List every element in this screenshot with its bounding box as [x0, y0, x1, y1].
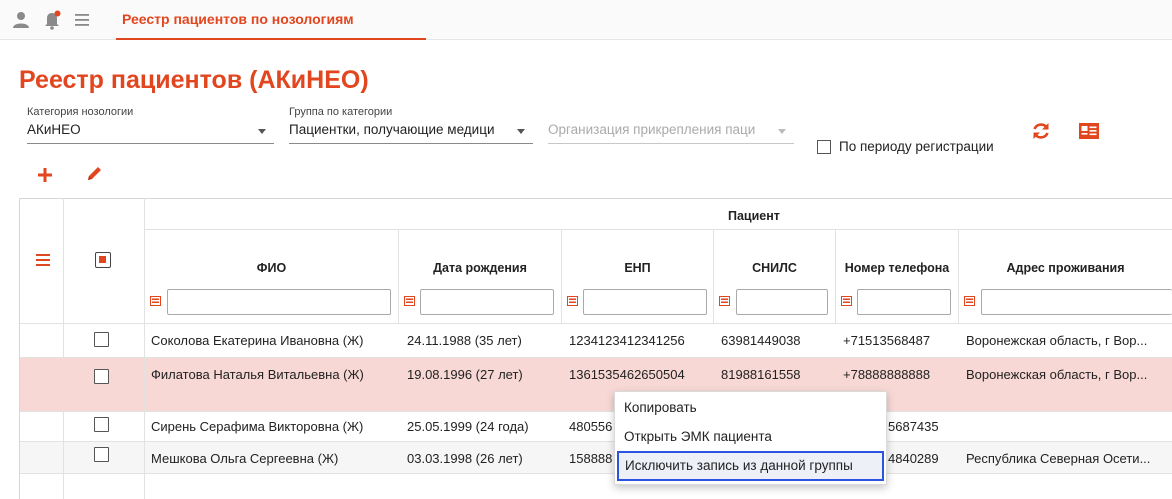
column-header-dob[interactable]: Дата рождения — [399, 261, 561, 275]
grid-line — [145, 229, 1172, 230]
id-card-icon[interactable] — [1078, 121, 1100, 141]
cell-enp: 1234123412341256 — [569, 333, 685, 348]
group-underline — [289, 143, 533, 144]
filter-icon[interactable] — [567, 296, 578, 306]
column-menu-icon[interactable] — [36, 254, 50, 266]
organization-select[interactable]: Организация прикрепления паци — [548, 122, 776, 137]
page-title: Реестр пациентов (АКиНЕО) — [19, 66, 369, 94]
menu-item-exclude[interactable]: Исключить запись из данной группы — [617, 451, 884, 481]
grid-line — [63, 198, 64, 499]
menu-item-exclude-label: Исключить запись из данной группы — [625, 458, 853, 473]
grid-line — [20, 357, 1172, 358]
column-header-fio[interactable]: ФИО — [145, 261, 398, 275]
filter-icon[interactable] — [964, 296, 975, 306]
grid-line — [561, 230, 562, 323]
selected-row-highlight — [20, 357, 1172, 411]
period-label: По периоду регистрации — [839, 139, 994, 154]
cell-dob: 24.11.1988 (35 лет) — [407, 333, 522, 348]
cell-dob: 19.08.1996 (27 лет) — [407, 367, 523, 382]
chevron-down-icon[interactable] — [517, 129, 525, 134]
fio-filter-input[interactable] — [167, 289, 391, 315]
address-filter-input[interactable] — [981, 289, 1172, 315]
grid-line — [713, 230, 714, 323]
cell-dob: 25.05.1999 (24 года) — [407, 419, 529, 434]
row-checkbox[interactable] — [94, 447, 109, 462]
tab-registry[interactable]: Реестр пациентов по нозологиям — [122, 11, 354, 27]
chevron-down-icon[interactable] — [258, 129, 266, 134]
cell-address: Воронежская область, г Вор... — [966, 333, 1148, 348]
cell-fio: Сирень Серафима Викторовна (Ж) — [151, 419, 364, 434]
dob-filter-input[interactable] — [420, 289, 554, 315]
column-header-enp[interactable]: ЕНП — [562, 261, 713, 275]
edit-icon[interactable] — [84, 164, 104, 184]
cell-enp: 480556 — [569, 419, 613, 434]
grid-line — [20, 473, 1172, 474]
cell-dob: 03.03.1998 (26 лет) — [407, 451, 523, 466]
grid-line — [20, 441, 1172, 442]
period-checkbox[interactable] — [817, 140, 831, 154]
column-header-address[interactable]: Адрес проживания — [959, 261, 1172, 275]
user-icon[interactable] — [10, 9, 32, 31]
grid-line — [398, 230, 399, 323]
select-all-checkbox[interactable] — [95, 252, 111, 268]
filter-icon[interactable] — [719, 296, 730, 306]
top-bar: Реестр пациентов по нозологиям — [0, 0, 1172, 40]
phone-filter-input[interactable] — [857, 289, 951, 315]
cell-phone: +71513568487 — [843, 333, 931, 348]
row-checkbox[interactable] — [94, 417, 109, 432]
category-underline — [27, 143, 274, 144]
menu-item-copy[interactable]: Копировать — [624, 400, 697, 415]
hamburger-icon[interactable] — [71, 9, 93, 31]
enp-filter-input[interactable] — [583, 289, 707, 315]
grid-line — [20, 323, 1172, 324]
cell-fio: Мешкова Ольга Сергеевна (Ж) — [151, 451, 339, 466]
organization-underline — [548, 143, 794, 144]
category-label: Категория нозологии — [27, 106, 134, 118]
column-header-phone[interactable]: Номер телефона — [836, 261, 958, 275]
cell-address: Воронежская область, г Вор... — [966, 367, 1148, 382]
menu-item-open-emk[interactable]: Открыть ЭМК пациента — [624, 429, 772, 444]
cell-fio: Филатова Наталья Витальевна (Ж) — [151, 367, 364, 382]
grid-line — [20, 411, 1172, 412]
group-label: Группа по категории — [289, 106, 393, 118]
filter-icon[interactable] — [841, 296, 852, 306]
grid-line — [835, 230, 836, 323]
row-checkbox[interactable] — [94, 332, 109, 347]
grid-line — [144, 198, 145, 499]
cell-address: Республика Северная Осети... — [966, 451, 1151, 466]
snils-filter-input[interactable] — [736, 289, 828, 315]
column-header-snils[interactable]: СНИЛС — [714, 261, 835, 275]
cell-phone: +78888888888 — [843, 367, 931, 382]
cell-phone: 5687435 — [888, 419, 939, 434]
category-select[interactable]: АКиНЕО — [27, 122, 247, 137]
cell-snils: 63981449038 — [721, 333, 801, 348]
filter-icon[interactable] — [404, 296, 415, 306]
active-tab-indicator — [116, 38, 426, 40]
cell-enp: 158888 — [569, 451, 613, 466]
chevron-down-icon[interactable] — [778, 129, 786, 134]
cell-enp: 1361535462650504 — [569, 367, 685, 382]
cell-snils: 81988161558 — [721, 367, 801, 382]
refresh-icon[interactable] — [1030, 120, 1052, 142]
group-select[interactable]: Пациентки, получающие медици — [289, 122, 509, 137]
add-icon[interactable] — [36, 166, 54, 184]
context-menu: Копировать Открыть ЭМК пациента Исключит… — [614, 391, 887, 485]
cell-fio: Соколова Екатерина Ивановна (Ж) — [151, 333, 364, 348]
grid-line — [958, 230, 959, 323]
row-checkbox[interactable] — [94, 369, 109, 384]
filter-icon[interactable] — [150, 296, 161, 306]
bell-icon[interactable] — [41, 9, 63, 31]
group-header-patient: Пациент — [728, 209, 780, 223]
cell-phone: 4840289 — [888, 451, 939, 466]
